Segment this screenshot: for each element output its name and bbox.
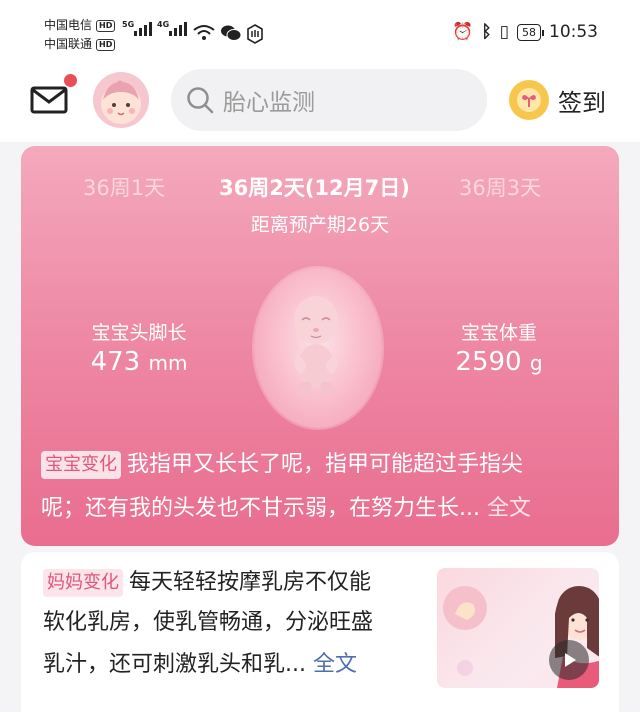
hd-badge: HD (96, 38, 116, 51)
signal-icon (134, 22, 152, 36)
pregnancy-card: 36周1天 36周2天(12月7日) 36周3天 距离预产期26天 宝宝头脚长 … (21, 146, 619, 546)
mail-icon[interactable] (30, 86, 68, 114)
week-tab-prev[interactable]: 36周1天 (83, 172, 165, 202)
weight-stat: 宝宝体重 2590 g (439, 318, 559, 377)
head-to-foot-value: 473 (90, 347, 141, 377)
search-bar[interactable]: 胎心监测 (171, 69, 487, 131)
stat-value: 2590 g (439, 347, 559, 377)
stat-label: 宝宝体重 (460, 322, 537, 344)
signal-icon (169, 22, 187, 36)
network-label: 4G (157, 20, 170, 29)
mom-change-text-2: 软化乳房，使乳管畅通，分泌旺盛 (43, 610, 374, 635)
play-icon (565, 653, 576, 667)
avatar[interactable] (93, 72, 149, 128)
due-date-countdown: 距离预产期26天 (250, 214, 390, 236)
alarm-icon: ⏰ (452, 22, 474, 42)
mom-change-text-3: 乳汁，还可刺激乳头和乳... (43, 652, 306, 677)
checkin-label[interactable]: 签到 (558, 83, 606, 118)
hand-icon (247, 24, 263, 44)
baby-avatar-icon (101, 80, 141, 124)
status-right: ⏰ ᛒ ▯ 58 10:53 (452, 22, 598, 42)
network-label: 5G (122, 20, 135, 29)
battery-icon: 58 (517, 23, 544, 41)
mom-change-line-3: 乳汁，还可刺激乳头和乳... 全文 (43, 650, 357, 680)
mom-change-text-1: 每天轻轻按摩乳房不仅能 (129, 570, 372, 595)
wifi-icon (193, 25, 215, 40)
play-button[interactable] (549, 640, 589, 680)
head-to-foot-stat: 宝宝头脚长 473 mm (69, 318, 209, 377)
weight-value: 2590 (455, 347, 522, 377)
notification-dot (64, 74, 77, 87)
baby-change-text-2: 呢；还有我的头发也不甘示弱，在努力生长... (41, 496, 480, 521)
search-icon (187, 87, 214, 114)
carrier-2: 中国联通 (44, 37, 93, 51)
mom-change-tag: 妈妈变化 (43, 569, 123, 597)
mom-change-card[interactable]: 妈妈变化 每天轻轻按摩乳房不仅能 软化乳房，使乳管畅通，分泌旺盛 乳汁，还可刺激乳… (21, 552, 619, 712)
fetus-icon (294, 296, 338, 396)
baby-change-text-1: 我指甲又长长了呢，指甲可能超过手指尖 (127, 452, 524, 477)
carrier-1: 中国电信 (44, 18, 93, 32)
week-selector: 36周1天 36周2天(12月7日) 36周3天 (21, 172, 619, 202)
read-more-link[interactable]: 全文 (313, 652, 357, 677)
wechat-icon (221, 25, 242, 41)
baby-illustration (254, 268, 382, 428)
status-bar: 中国电信 HD 中国联通 HD 5G 4G ⏰ ᛒ ▯ 58 10:53 (0, 0, 640, 62)
app-header: 胎心监测 签到 (0, 62, 640, 142)
baby-change-line-1[interactable]: 宝宝变化 我指甲又长长了呢，指甲可能超过手指尖 (41, 450, 523, 480)
stat-label: 宝宝头脚长 (91, 322, 187, 344)
heart-sprout-icon (517, 88, 541, 112)
week-tab-next[interactable]: 36周3天 (459, 172, 541, 202)
hd-badge: HD (96, 19, 116, 32)
mom-change-line-1: 妈妈变化 每天轻轻按摩乳房不仅能 (43, 568, 371, 598)
head-to-foot-unit: mm (148, 351, 188, 375)
week-tab-current[interactable]: 36周2天(12月7日) (219, 172, 410, 202)
carrier-info: 中国电信 HD 中国联通 HD (44, 16, 116, 54)
checkin-button[interactable] (509, 80, 549, 120)
baby-change-line-2[interactable]: 呢；还有我的头发也不甘示弱，在努力生长... 全文 (41, 494, 531, 524)
baby-change-tag: 宝宝变化 (41, 451, 121, 479)
search-placeholder: 胎心监测 (223, 90, 315, 116)
clock-time: 10:53 (549, 22, 598, 42)
read-more-link[interactable]: 全文 (487, 496, 531, 521)
bluetooth-icon: ᛒ (481, 22, 492, 42)
vibrate-icon: ▯ (499, 22, 509, 42)
weight-unit: g (529, 351, 543, 375)
stat-value: 473 mm (69, 347, 209, 377)
